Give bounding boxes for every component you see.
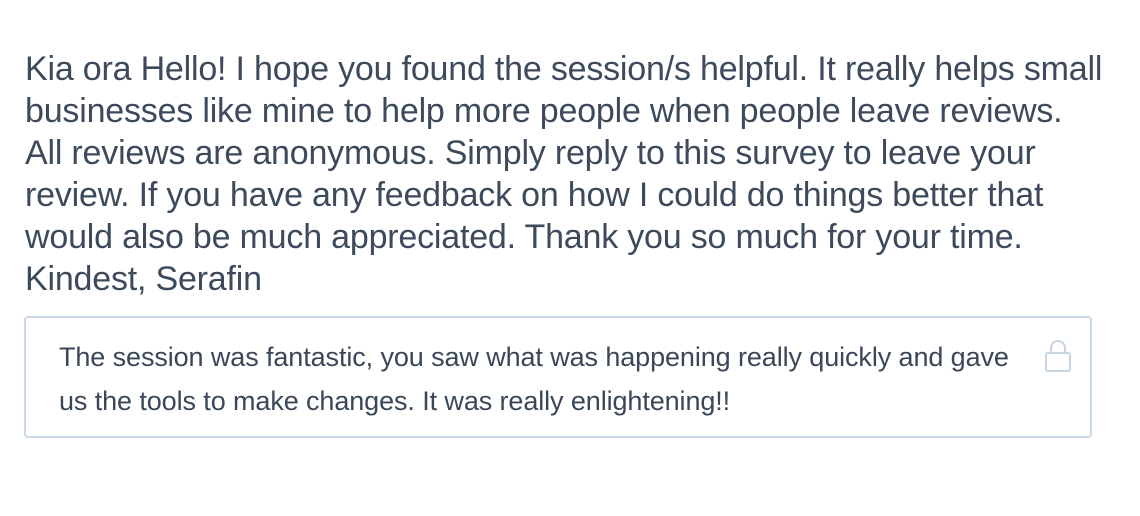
answer-text: The session was fantastic, you saw what … <box>59 342 1009 416</box>
survey-question: Kia ora Hello! I hope you found the sess… <box>25 50 1103 298</box>
answer-field[interactable]: The session was fantastic, you saw what … <box>24 316 1092 438</box>
survey-block: Kia ora Hello! I hope you found the sess… <box>25 48 1105 300</box>
lock-icon <box>1044 339 1072 373</box>
